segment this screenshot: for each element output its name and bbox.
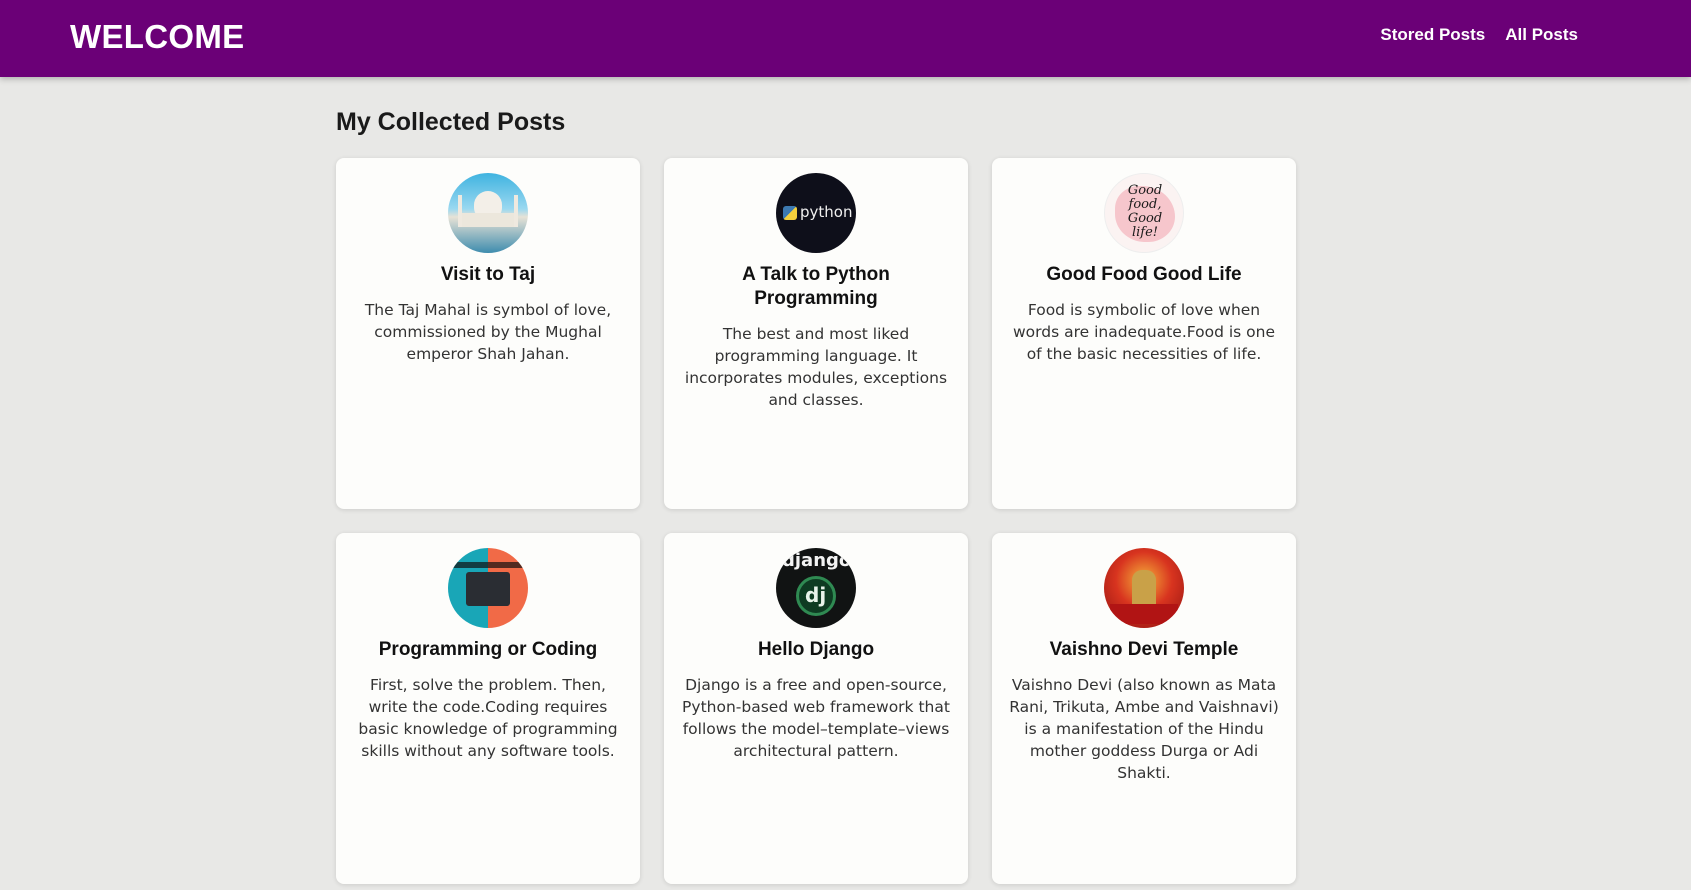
temple-image [1104, 548, 1184, 628]
python-logo-text: python [800, 203, 853, 221]
post-excerpt: The best and most liked programming lang… [684, 325, 948, 409]
post-card[interactable]: django dj Hello Django Django is a free … [664, 533, 968, 884]
post-title: Visit to Taj [440, 264, 536, 285]
posts-grid: Visit to Taj The Taj Mahal is symbol of … [336, 158, 1296, 884]
taj-mahal-image [448, 173, 528, 253]
post-title: A Talk to Python Programming [742, 264, 890, 309]
post-excerpt: Vaishno Devi (also known as Mata Rani, T… [1009, 676, 1279, 782]
post-excerpt: Django is a free and open-source, Python… [682, 676, 950, 760]
python-logo-image: python [776, 173, 856, 253]
post-card[interactable]: Good food, Good life! Good Food Good Lif… [992, 158, 1296, 509]
django-badge-text: dj [805, 583, 827, 607]
django-logo-text: django [782, 550, 852, 571]
django-logo-image: django dj [776, 548, 856, 628]
post-card[interactable]: Programming or Coding First, solve the p… [336, 533, 640, 884]
top-navbar: WELCOME Stored Posts All Posts [0, 0, 1691, 77]
post-title: Hello Django [757, 639, 875, 660]
brand-link[interactable]: WELCOME [70, 18, 244, 56]
post-card[interactable]: Visit to Taj The Taj Mahal is symbol of … [336, 158, 640, 509]
post-excerpt: First, solve the problem. Then, write th… [358, 676, 618, 760]
nav-links: Stored Posts All Posts [1380, 25, 1578, 45]
page-title: My Collected Posts [336, 108, 566, 136]
post-title: Good Food Good Life [1046, 264, 1242, 285]
post-excerpt: The Taj Mahal is symbol of love, commiss… [364, 301, 612, 363]
good-food-text: Good food, Good life! [1127, 183, 1163, 240]
post-title: Vaishno Devi Temple [1049, 639, 1239, 660]
coding-image [448, 548, 528, 628]
post-excerpt: Food is symbolic of love when words are … [1012, 301, 1276, 363]
nav-stored-posts[interactable]: Stored Posts [1380, 25, 1485, 45]
good-food-image: Good food, Good life! [1104, 173, 1184, 253]
post-card[interactable]: python A Talk to Python Programming The … [664, 158, 968, 509]
nav-all-posts[interactable]: All Posts [1505, 25, 1578, 45]
post-card[interactable]: Vaishno Devi Temple Vaishno Devi (also k… [992, 533, 1296, 884]
post-title: Programming or Coding [378, 639, 598, 660]
